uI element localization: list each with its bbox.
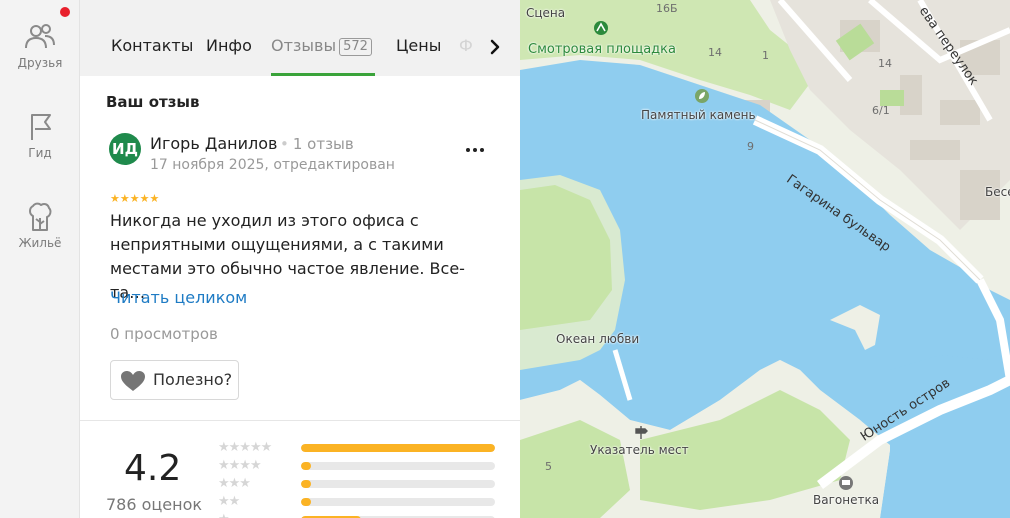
friends-icon [25, 24, 55, 49]
sidebar-item-label: Друзья [17, 56, 63, 70]
house-number: 16Б [656, 2, 678, 15]
chevron-right-icon[interactable] [484, 36, 506, 58]
rating-distribution-row: ★★★★★ [218, 441, 498, 455]
distribution-stars: ★ [218, 513, 230, 518]
tab-contacts[interactable]: Контакты [111, 36, 193, 55]
viewpoint-marker-icon[interactable] [593, 20, 609, 36]
distribution-stars: ★★★ [218, 476, 251, 491]
distribution-bar-fill [301, 498, 311, 506]
map-label-besede[interactable]: Бесе [985, 185, 1010, 199]
map-label-wagon[interactable]: Вагонетка [813, 493, 879, 507]
useful-button[interactable]: Полезно? [110, 360, 239, 400]
tab-bar: Контакты Инфо Отзывы 572 Цены Ф [80, 0, 520, 76]
map-label-scene[interactable]: Сцена [526, 6, 565, 20]
review-views: 0 просмотров [110, 325, 218, 343]
wagon-marker-icon[interactable] [838, 475, 854, 491]
house-number: 9 [747, 140, 754, 153]
section-divider [80, 420, 520, 421]
house-number: 1 [762, 49, 769, 62]
rating-distribution-row: ★★★★ [218, 459, 498, 473]
reviews-count-badge: 572 [339, 38, 372, 56]
rating-distribution-row: ★★ [218, 495, 498, 509]
map-canvas[interactable] [520, 0, 1010, 518]
map-label-viewpoint[interactable]: Смотровая площадка [528, 42, 676, 57]
more-options-icon[interactable] [460, 138, 490, 162]
rating-distribution-row: ★★★ [218, 477, 498, 491]
tab-photos-partial[interactable]: Ф [459, 36, 473, 55]
rating-value: 4.2 [124, 448, 182, 489]
author-review-count: • 1 отзыв [280, 135, 354, 153]
distribution-bar [301, 498, 495, 506]
map-label-signpost[interactable]: Указатель мест [590, 443, 689, 457]
distribution-bar-fill [301, 444, 495, 452]
distribution-stars: ★★★★★ [218, 440, 272, 455]
map-label-memory-stone[interactable]: Памятный камень [641, 108, 756, 122]
map-view[interactable]: Сцена Смотровая площадка Памятный камень… [520, 0, 1010, 518]
tab-info[interactable]: Инфо [206, 36, 252, 55]
housing-icon [29, 202, 52, 231]
map-label-ocean-of-love[interactable]: Океан любви [556, 332, 639, 346]
sidebar-item-friends[interactable]: Друзья [0, 20, 80, 70]
house-number: 6/1 [872, 104, 890, 117]
review-stars: ★★★★★ [110, 192, 160, 205]
your-review-heading: Ваш отзыв [106, 93, 200, 111]
house-number: 14 [878, 57, 892, 70]
distribution-bar-fill [301, 462, 311, 470]
distribution-bar [301, 462, 495, 470]
distribution-stars: ★★★★ [218, 458, 262, 473]
read-full-link[interactable]: Читать целиком [110, 288, 247, 307]
sidebar-item-guide[interactable]: Гид [0, 110, 80, 160]
flag-icon [31, 114, 51, 140]
distribution-bar-fill [301, 480, 311, 488]
notification-dot [60, 7, 70, 17]
sidebar-item-label: Гид [28, 146, 52, 160]
signpost-marker-icon[interactable] [633, 424, 649, 440]
tab-reviews[interactable]: Отзывы 572 [271, 36, 372, 56]
rating-count: 786 оценок [106, 495, 203, 514]
house-number: 5 [545, 460, 552, 473]
distribution-stars: ★★ [218, 494, 240, 509]
useful-label: Полезно? [153, 370, 233, 389]
sidebar-item-housing[interactable]: Жильё [0, 200, 80, 250]
distribution-bar [301, 480, 495, 488]
review-date: 17 ноября 2025, отредактирован [150, 157, 395, 173]
sidebar-item-label: Жильё [18, 236, 62, 250]
rating-distribution-row: ★ [218, 513, 498, 518]
heart-icon [121, 371, 145, 391]
review-author-name[interactable]: Игорь Данилов [150, 134, 277, 153]
avatar[interactable]: ИД [109, 133, 141, 165]
active-tab-indicator [271, 73, 375, 76]
tab-prices[interactable]: Цены [396, 36, 441, 55]
memorial-marker-icon[interactable] [694, 88, 710, 104]
distribution-bar [301, 444, 495, 452]
house-number: 14 [708, 46, 722, 59]
left-rail: Друзья Гид Жильё [0, 0, 80, 518]
business-card-panel: Контакты Инфо Отзывы 572 Цены Ф Ваш отзыв… [80, 0, 520, 518]
